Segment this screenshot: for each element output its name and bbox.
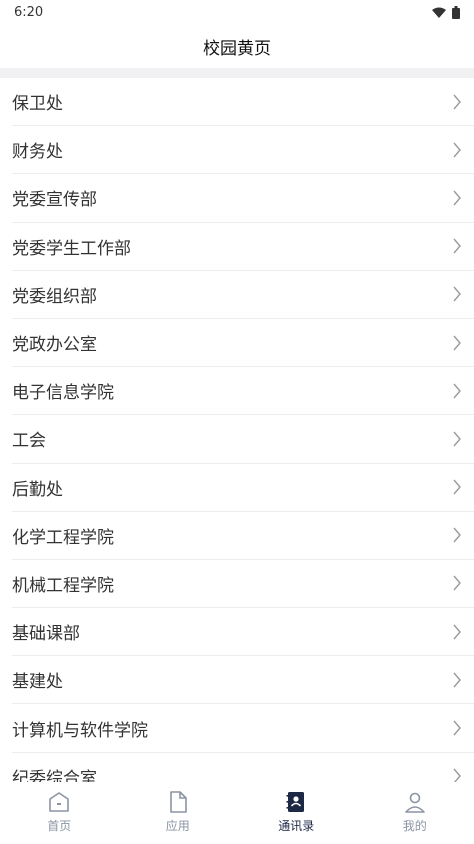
list-item[interactable]: 党委学生工作部 (12, 223, 474, 271)
chevron-right-icon (453, 527, 461, 543)
chevron-right-icon (453, 142, 461, 158)
chevron-right-icon (453, 672, 461, 688)
list-item-label: 党委宣传部 (12, 190, 97, 211)
list-item[interactable]: 工会 (12, 415, 474, 464)
tab-contacts[interactable]: 通讯录 (251, 790, 341, 834)
tab-me-label: 我的 (402, 819, 427, 833)
tab-apps[interactable]: 应用 (133, 790, 223, 834)
list-item-label: 党委组织部 (12, 286, 97, 307)
tab-me[interactable]: 我的 (370, 790, 460, 834)
user-icon (404, 792, 425, 813)
list-item-label: 电子信息学院 (12, 383, 114, 404)
list-item[interactable]: 后勤处 (12, 464, 474, 512)
bottom-tab-bar: 首页 应用 通讯录 我的 (0, 782, 474, 844)
status-icons (432, 5, 460, 19)
list-item[interactable]: 基础课部 (12, 608, 474, 657)
chevron-right-icon (453, 286, 461, 302)
battery-icon (452, 5, 460, 19)
chevron-right-icon (453, 720, 461, 736)
wifi-icon (432, 7, 446, 18)
chevron-right-icon (453, 431, 461, 447)
list-item-label: 工会 (12, 431, 46, 452)
tab-contacts-label: 通讯录 (278, 819, 315, 833)
list-item-label: 党政办公室 (12, 335, 97, 356)
tab-apps-label: 应用 (165, 819, 190, 833)
department-list: 保卫处 财务处 党委宣传部 党委学生工作部 党委组织部 党政办公室 电子信息学院… (0, 78, 474, 782)
address-book-icon (286, 792, 305, 812)
list-item[interactable]: 党政办公室 (12, 319, 474, 368)
list-item-label: 计算机与软件学院 (12, 720, 148, 741)
list-item[interactable]: 化学工程学院 (12, 512, 474, 560)
list-item-label: 后勤处 (12, 479, 63, 500)
chevron-right-icon (453, 383, 461, 399)
chevron-right-icon (453, 479, 461, 495)
list-item[interactable]: 保卫处 (12, 78, 474, 127)
chevron-right-icon (453, 190, 461, 206)
chevron-right-icon (453, 624, 461, 640)
status-bar: 6:20 (0, 0, 474, 24)
list-item-label: 机械工程学院 (12, 575, 114, 596)
tab-home[interactable]: 首页 (14, 790, 104, 834)
chevron-right-icon (453, 768, 461, 782)
list-item[interactable]: 纪委综合室 (12, 753, 474, 782)
list-item[interactable]: 财务处 (12, 126, 474, 175)
chevron-right-icon (453, 94, 461, 110)
list-item-label: 纪委综合室 (12, 768, 97, 782)
list-item-label: 党委学生工作部 (12, 238, 131, 259)
list-item[interactable]: 基建处 (12, 656, 474, 705)
app-header: 校园黄页 (0, 24, 474, 68)
list-item[interactable]: 电子信息学院 (12, 367, 474, 416)
home-icon (49, 792, 70, 812)
list-item[interactable]: 机械工程学院 (12, 560, 474, 609)
chevron-right-icon (453, 576, 461, 591)
list-item-label: 基础课部 (12, 624, 80, 645)
header-divider (0, 68, 474, 78)
tab-home-label: 首页 (47, 819, 72, 833)
document-icon (169, 791, 187, 813)
page-title: 校园黄页 (203, 38, 271, 59)
list-item[interactable]: 党委宣传部 (12, 174, 474, 223)
list-item-label: 保卫处 (12, 94, 63, 115)
list-item-label: 基建处 (12, 672, 63, 693)
list-item-label: 化学工程学院 (12, 527, 114, 548)
chevron-right-icon (453, 335, 461, 350)
status-time: 6:20 (14, 4, 44, 20)
list-item[interactable]: 计算机与软件学院 (12, 704, 474, 753)
chevron-right-icon (453, 238, 461, 254)
list-item-label: 财务处 (12, 142, 63, 163)
list-item[interactable]: 党委组织部 (12, 271, 474, 319)
